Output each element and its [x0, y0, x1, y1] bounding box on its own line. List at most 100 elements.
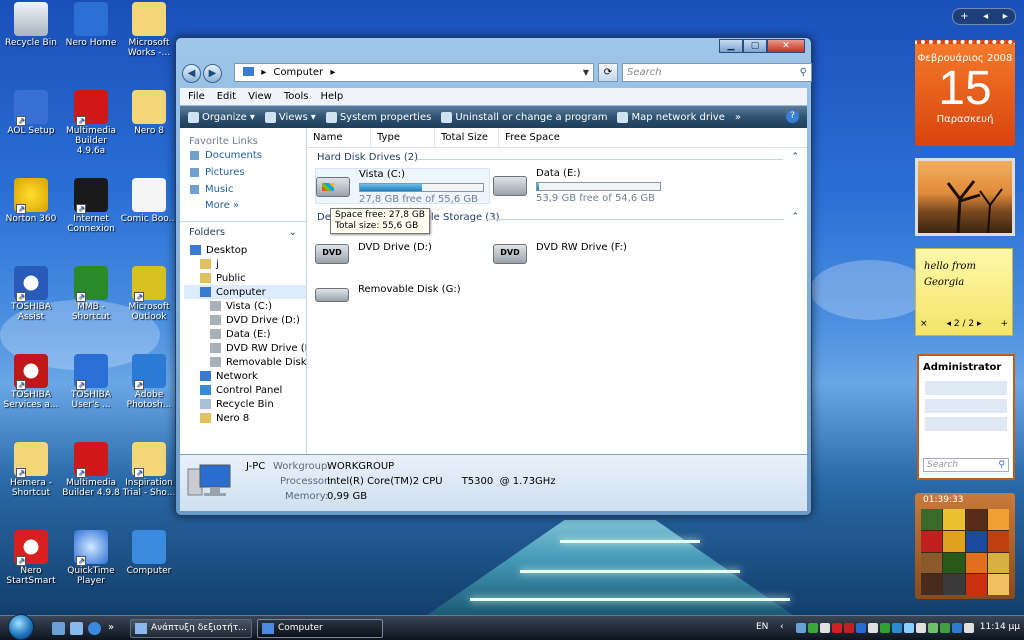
desktop-icon[interactable]: ↗ TOSHIBA User's ...	[60, 354, 122, 410]
explorer-window[interactable]: ▁ ▢ ✕ ◀ ▶ ▸ Computer ▸ ▼ ⟳ Search ⚲ File…	[175, 37, 812, 516]
desktop-icon[interactable]: ↗ Multimedia Builder 4.9.6a	[60, 90, 122, 156]
uninstall-program-button[interactable]: Uninstall or change a program	[441, 111, 607, 123]
tree-item[interactable]: Data (E:)	[184, 327, 306, 341]
tree-item[interactable]: Control Panel	[184, 383, 306, 397]
tray-icon[interactable]	[892, 623, 902, 633]
tray-icon[interactable]	[916, 623, 926, 633]
desktop-icon[interactable]: Nero Home	[60, 2, 122, 48]
puzzle-tile[interactable]	[965, 574, 987, 595]
tree-item[interactable]: Network	[184, 369, 306, 383]
contact-row[interactable]	[925, 381, 1007, 395]
tray-icon[interactable]	[796, 623, 806, 633]
desktop-icon[interactable]: Nero 8	[118, 90, 180, 136]
chevron-down-icon[interactable]: ▼	[583, 64, 589, 81]
tree-item[interactable]: Removable Disk (G:)	[184, 355, 306, 369]
close-button[interactable]: ✕	[767, 39, 805, 53]
puzzle-tile[interactable]	[943, 552, 965, 574]
show-desktop-icon[interactable]	[52, 622, 65, 635]
language-indicator[interactable]: EN	[756, 622, 768, 632]
puzzle-tile[interactable]	[921, 509, 943, 530]
desktop-icon[interactable]: ↗ TOSHIBA Services a...	[0, 354, 62, 410]
favorite-pictures[interactable]: Pictures	[180, 164, 306, 181]
search-icon[interactable]: ⚲	[998, 459, 1005, 471]
sidebar-controls[interactable]: + ◂ ▸	[952, 8, 1016, 25]
slideshow-gadget[interactable]	[915, 158, 1015, 236]
puzzle-tile[interactable]	[965, 552, 987, 574]
tray-icon[interactable]	[904, 623, 914, 633]
breadcrumb-chevron-icon[interactable]: ▸	[261, 67, 266, 78]
tree-item[interactable]: j	[184, 257, 306, 271]
tree-item[interactable]: Desktop	[184, 243, 306, 257]
breadcrumb-chevron-icon[interactable]: ▸	[330, 67, 335, 78]
help-icon[interactable]: ?	[786, 110, 799, 123]
group-hard-disk-drives[interactable]: Hard Disk Drives (2) ⌃	[317, 152, 799, 163]
tray-icon[interactable]	[928, 623, 938, 633]
note-add-icon[interactable]: +	[1000, 319, 1008, 329]
desktop-icon[interactable]: ↗ MMB - Shortcut	[60, 266, 122, 322]
menu-help[interactable]: Help	[320, 91, 343, 102]
maximize-button[interactable]: ▢	[743, 39, 767, 53]
tree-item[interactable]: DVD Drive (D:)	[184, 313, 306, 327]
contacts-gadget[interactable]: Administrator Search ⚲	[917, 354, 1015, 480]
puzzle-tile[interactable]	[921, 574, 943, 595]
tray-icon[interactable]	[820, 623, 830, 633]
drive-data-e[interactable]: Data (E:) 53,9 GB free of 54,6 GB	[493, 168, 668, 204]
drive-removable-g[interactable]: Removable Disk (G:)	[315, 278, 485, 314]
desktop-icon[interactable]: ↗ Adobe Photosh...	[118, 354, 180, 410]
menu-edit[interactable]: Edit	[217, 91, 236, 102]
desktop-icon[interactable]: ↗ Hemera - Shortcut	[0, 442, 62, 498]
tree-item[interactable]: Public	[184, 271, 306, 285]
tray-icon[interactable]	[844, 623, 854, 633]
desktop-icon[interactable]: ↗ Norton 360	[0, 178, 62, 224]
next-icon[interactable]: ▸	[1003, 9, 1008, 24]
tree-item[interactable]: Vista (C:)	[184, 299, 306, 313]
note-text[interactable]: hello from Georgia	[916, 249, 996, 301]
desktop-icon[interactable]: Recycle Bin	[0, 2, 62, 48]
more-link[interactable]: More »	[180, 198, 306, 217]
toolbar-overflow-button[interactable]: »	[735, 112, 741, 123]
map-network-drive-button[interactable]: Map network drive	[617, 111, 725, 123]
switch-windows-icon[interactable]	[70, 622, 83, 635]
desktop-icon[interactable]: Microsoft Works -...	[118, 2, 180, 58]
folders-header[interactable]: Folders ⌄	[180, 221, 306, 243]
views-button[interactable]: Views ▾	[264, 111, 316, 123]
tree-item[interactable]: Nero 8	[184, 411, 306, 425]
tray-icon[interactable]	[868, 623, 878, 633]
puzzle-tile[interactable]	[943, 530, 965, 552]
chevron-down-icon[interactable]: ⌄	[289, 227, 297, 238]
tray-icon[interactable]	[832, 623, 842, 633]
address-text[interactable]: Computer	[273, 67, 323, 78]
note-prev-icon[interactable]: ◂	[946, 319, 951, 329]
start-button[interactable]	[2, 614, 42, 640]
puzzle-gadget[interactable]: 01:39:33	[915, 493, 1015, 599]
puzzle-tile[interactable]	[943, 574, 965, 595]
add-gadget-icon[interactable]: +	[960, 9, 968, 24]
contacts-search[interactable]: Search ⚲	[923, 458, 1009, 472]
taskbar-button-computer[interactable]: Computer	[257, 619, 383, 638]
desktop-icon[interactable]: Computer	[118, 530, 180, 576]
column-name[interactable]: Name	[307, 127, 371, 148]
back-button[interactable]: ◀	[182, 63, 201, 83]
forward-button[interactable]: ▶	[203, 63, 222, 83]
puzzle-tile[interactable]	[965, 530, 987, 552]
quicklaunch-overflow-icon[interactable]: »	[108, 622, 121, 635]
puzzle-tile[interactable]	[921, 530, 943, 552]
favorite-documents[interactable]: Documents	[180, 147, 306, 164]
drive-vista-c[interactable]: Vista (C:) 27,8 GB free of 55,6 GB	[315, 168, 490, 205]
puzzle-tile[interactable]	[987, 574, 1009, 595]
note-next-icon[interactable]: ▸	[977, 319, 982, 329]
desktop-icon[interactable]: ↗ TOSHIBA Assist	[0, 266, 62, 322]
desktop-icon[interactable]: ↗ Inspiration Trial - Sho...	[118, 442, 180, 498]
contact-row[interactable]	[925, 417, 1007, 431]
menu-view[interactable]: View	[248, 91, 272, 102]
calendar-gadget[interactable]: Φεβρουάριος 2008 15 Παρασκευή	[915, 40, 1015, 146]
organize-button[interactable]: Organize ▾	[188, 111, 255, 123]
tray-expand-icon[interactable]: ‹	[780, 622, 784, 632]
puzzle-tile[interactable]	[987, 530, 1009, 552]
contact-row[interactable]	[925, 399, 1007, 413]
menu-tools[interactable]: Tools	[284, 91, 309, 102]
column-free-space[interactable]: Free Space	[499, 128, 569, 148]
desktop-icon[interactable]: ↗ Nero StartSmart	[0, 530, 62, 586]
system-properties-button[interactable]: System properties	[325, 111, 431, 123]
collapse-icon[interactable]: ⌃	[791, 152, 799, 162]
